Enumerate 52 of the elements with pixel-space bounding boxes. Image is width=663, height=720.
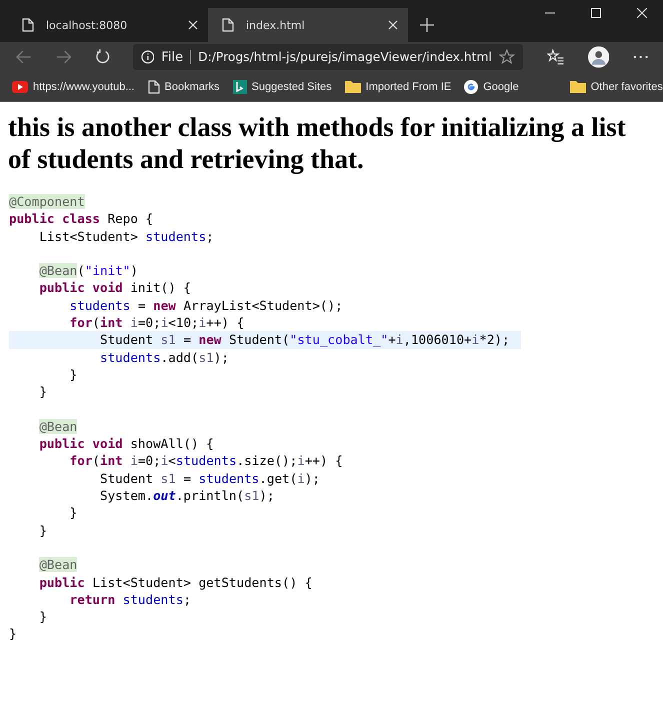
url-text: D:/Progs/html-js/purejs/imageViewer/index.html xyxy=(198,50,492,64)
code-line: students = new ArrayList<Student>(); xyxy=(68,296,343,314)
code-line: for(int i=0;i<10;i++) { xyxy=(68,314,244,332)
avatar-icon[interactable] xyxy=(588,46,610,68)
code-line: } xyxy=(38,522,47,539)
page-icon xyxy=(22,18,34,32)
code-line: public List<Student> getStudents() { xyxy=(38,574,312,591)
more-icon[interactable] xyxy=(633,55,649,59)
bookmark[interactable]: Bookmarks xyxy=(148,80,220,94)
close-icon[interactable] xyxy=(188,20,198,30)
close-icon[interactable] xyxy=(637,8,647,18)
g-logo-icon xyxy=(464,80,478,94)
code-line: } xyxy=(68,504,78,522)
page-icon xyxy=(222,18,234,32)
bookmark[interactable]: https://www.youtub... xyxy=(12,80,134,92)
code-line: } xyxy=(38,608,47,626)
code-line: return students; xyxy=(68,590,192,608)
forward-icon[interactable] xyxy=(56,50,72,64)
folder-icon xyxy=(344,80,361,93)
bookmark[interactable]: Suggested Sites xyxy=(232,80,332,94)
browser-tab[interactable]: localhost:8080 xyxy=(8,8,208,42)
code-line: Student s1 = students.get(i); xyxy=(99,470,320,488)
favorites-icon[interactable] xyxy=(546,49,564,65)
folder-icon xyxy=(570,80,586,93)
star-icon[interactable] xyxy=(498,49,515,65)
page-heading: this is another class with methods for initializing a list of students and retrieving that. xyxy=(8,111,627,175)
code-line: @Bean("init") xyxy=(38,262,138,280)
code-line: public class Repo { xyxy=(9,210,154,228)
scheme-label: File xyxy=(161,50,184,64)
code-line: } xyxy=(68,366,78,384)
info-icon[interactable] xyxy=(140,50,154,64)
code-line: } xyxy=(38,383,47,401)
play-icon xyxy=(12,80,28,92)
bookmark[interactable]: Google xyxy=(464,80,519,94)
bookmark[interactable]: Other favorites xyxy=(570,80,663,93)
code-line: System.out.println(s1); xyxy=(99,487,274,504)
back-icon[interactable] xyxy=(16,50,32,64)
code-line: students.add(s1); xyxy=(99,348,229,366)
address-bar[interactable]: File D:/Progs/html-js/purejs/imageViewer/index.html xyxy=(132,44,523,70)
bookmark[interactable]: Imported From IE xyxy=(344,80,452,93)
code-line: public void showAll() { xyxy=(38,435,214,452)
page-icon xyxy=(148,80,160,94)
close-icon[interactable] xyxy=(388,20,398,30)
b-logo-icon xyxy=(232,80,247,94)
code-line: List<Student> students; xyxy=(38,228,214,245)
new-tab-icon[interactable] xyxy=(420,18,434,32)
refresh-icon[interactable] xyxy=(95,49,111,65)
code-line: for(int i=0;i<students.size();i++) { xyxy=(68,452,343,470)
code-line: } xyxy=(9,625,17,643)
maximize-icon[interactable] xyxy=(591,8,601,18)
browser-tab[interactable]: index.html xyxy=(208,8,408,42)
code-line: public void init() { xyxy=(38,279,192,297)
